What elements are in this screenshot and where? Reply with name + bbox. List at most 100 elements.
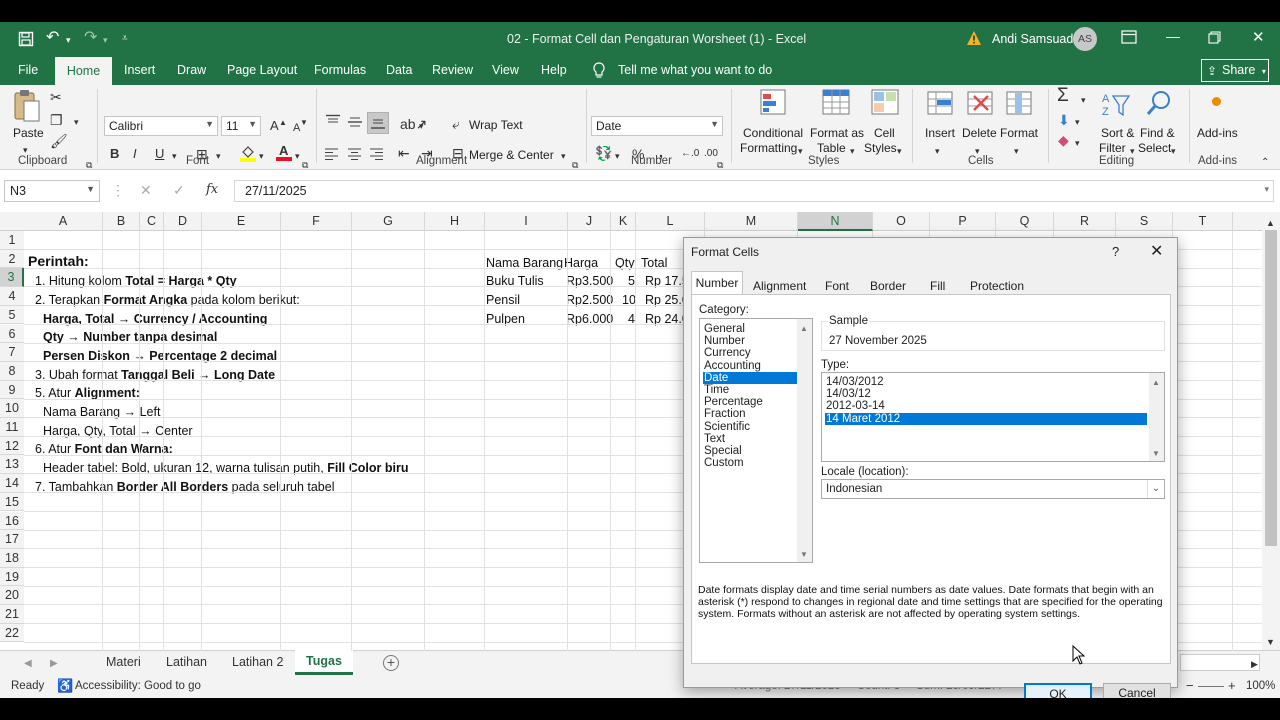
tab-formulas[interactable]: Formulas [314, 63, 366, 77]
category-item-text[interactable]: Text [703, 433, 797, 445]
font-size-combo[interactable]: 11 ▼ [221, 116, 261, 136]
redo-icon[interactable]: ↷ [84, 30, 97, 46]
insert-dropdown-icon[interactable]: ▾ [935, 143, 940, 159]
dialog-close-icon[interactable]: ✕ [1150, 241, 1163, 261]
status-accessibility[interactable]: Accessibility: Good to go [75, 680, 201, 692]
row-header-11[interactable]: 11 [0, 418, 24, 437]
tab-draw[interactable]: Draw [177, 63, 206, 77]
accounting-dropdown-icon[interactable]: ▾ [615, 148, 620, 164]
column-header-j[interactable]: J [568, 212, 611, 231]
copy-icon[interactable]: ❐ [50, 112, 63, 128]
column-header-s[interactable]: S [1116, 212, 1173, 231]
add-ins-button[interactable]: Add-ins [1197, 126, 1238, 141]
row-header-5[interactable]: 5 [0, 305, 24, 325]
row-header-3[interactable]: 3 [0, 268, 24, 288]
paste-button[interactable]: Paste [13, 126, 44, 141]
category-item-accounting[interactable]: Accounting [703, 360, 797, 372]
format-table-dropdown-icon[interactable]: ▾ [850, 143, 855, 159]
avatar[interactable]: AS [1073, 27, 1097, 51]
insert-cells-button[interactable]: Insert [925, 126, 955, 141]
wrap-text-icon[interactable]: ⤶ [452, 116, 460, 132]
row-header-2[interactable]: 2 [0, 249, 24, 269]
category-item-special[interactable]: Special [703, 445, 797, 457]
accounting-format-icon[interactable]: 💱 [595, 145, 612, 161]
dialog-tab-protection[interactable]: Protection [970, 279, 1024, 293]
cancel-button[interactable]: Cancel [1103, 683, 1171, 698]
underline-button[interactable]: U [155, 146, 164, 162]
column-header-f[interactable]: F [281, 212, 352, 231]
type-item[interactable]: 14/03/12 [825, 388, 1147, 400]
scroll-right-icon[interactable]: ▶ [1251, 656, 1258, 672]
row-header-20[interactable]: 20 [0, 586, 24, 605]
tab-review[interactable]: Review [432, 63, 473, 77]
row-header-4[interactable]: 4 [0, 287, 24, 306]
format-painter-icon[interactable]: 🖌 [50, 133, 68, 149]
dialog-tab-border[interactable]: Border [870, 279, 906, 293]
clipboard-launcher-icon[interactable]: ⧉ [86, 157, 92, 173]
scroll-tabs-left-icon[interactable]: ◀ [24, 656, 32, 672]
fill-icon[interactable]: ⬇ [1058, 112, 1070, 128]
column-header-b[interactable]: B [103, 212, 140, 231]
column-header-e[interactable]: E [202, 212, 281, 231]
dialog-help-button[interactable]: ? [1112, 244, 1119, 259]
column-header-k[interactable]: K [611, 212, 636, 231]
format-as-table-label-1[interactable]: Format as [810, 126, 864, 141]
category-item-time[interactable]: Time [703, 384, 797, 396]
font-name-combo[interactable]: Calibri ▼ [104, 116, 218, 136]
fill-color-icon[interactable] [240, 144, 256, 165]
alignment-launcher-icon[interactable]: ⧉ [572, 157, 578, 173]
clear-dropdown-icon[interactable]: ▾ [1075, 135, 1080, 151]
conditional-dropdown-icon[interactable]: ▾ [798, 143, 803, 159]
cancel-entry-icon[interactable]: ✕ [140, 182, 152, 198]
category-list[interactable]: General Number Currency Accounting Date Time P… [699, 318, 813, 563]
sheet-tab-latihan[interactable]: Latihan [166, 655, 207, 669]
category-item-general[interactable]: General [703, 323, 797, 335]
category-item-fraction[interactable]: Fraction [703, 408, 797, 420]
font-color-dropdown-icon[interactable]: ▾ [295, 148, 300, 164]
format-as-table-icon[interactable] [821, 88, 851, 121]
column-header-g[interactable]: G [352, 212, 425, 231]
tab-data[interactable]: Data [386, 63, 412, 77]
column-header-i[interactable]: I [485, 212, 568, 231]
scroll-thumb[interactable] [1265, 230, 1277, 546]
category-item-currency[interactable]: Currency [703, 347, 797, 359]
find-dropdown-icon[interactable]: ▾ [1171, 143, 1176, 159]
column-header-p[interactable]: P [930, 212, 996, 231]
row-header-22[interactable]: 22 [0, 623, 24, 643]
type-item[interactable]: 14/03/2012 [825, 376, 1147, 388]
delete-cells-button[interactable]: Delete [962, 126, 997, 141]
grow-font-icon[interactable]: A [270, 118, 279, 134]
cut-icon[interactable]: ✂ [50, 89, 62, 105]
collapse-ribbon-icon[interactable]: ⌃ [1261, 155, 1269, 171]
category-item-percentage[interactable]: Percentage [703, 396, 797, 408]
redo-dropdown-icon[interactable]: ▾ [103, 32, 108, 48]
cell-styles-label-2[interactable]: Styles [864, 141, 897, 156]
font-color-icon[interactable]: A [276, 143, 292, 164]
scroll-up-icon[interactable]: ▲ [1266, 215, 1275, 231]
row-header-17[interactable]: 17 [0, 530, 24, 549]
decrease-indent-icon[interactable]: ⇤ [398, 145, 410, 161]
sort-filter-label-1[interactable]: Sort & [1101, 126, 1134, 141]
font-launcher-icon[interactable]: ⧉ [302, 157, 308, 173]
locale-select[interactable]: Indonesian ⌄ [821, 479, 1165, 499]
scroll-down-icon[interactable]: ▼ [1266, 634, 1275, 650]
tab-insert[interactable]: Insert [124, 63, 155, 77]
tab-file[interactable]: File [18, 63, 38, 77]
find-select-icon[interactable] [1145, 89, 1173, 120]
find-select-label-1[interactable]: Find & [1140, 126, 1175, 141]
column-header-q[interactable]: Q [996, 212, 1054, 231]
category-item-date[interactable]: Date [703, 371, 797, 384]
row-header-7[interactable]: 7 [0, 343, 24, 362]
align-right-icon[interactable] [369, 147, 384, 163]
dialog-tab-number[interactable]: Number [691, 271, 743, 295]
type-item[interactable]: 14 Maret 2012 [825, 412, 1147, 425]
zoom-slider[interactable] [1198, 686, 1224, 687]
sheet-tab-tugas-active[interactable]: Tugas [295, 650, 353, 675]
category-item-custom[interactable]: Custom [703, 457, 797, 469]
top-align-icon[interactable] [325, 114, 341, 131]
column-header-o[interactable]: O [873, 212, 930, 231]
row-header-21[interactable]: 21 [0, 605, 24, 624]
row-header-9[interactable]: 9 [0, 380, 24, 400]
align-left-icon[interactable] [324, 147, 339, 163]
row-header-18[interactable]: 18 [0, 548, 24, 568]
